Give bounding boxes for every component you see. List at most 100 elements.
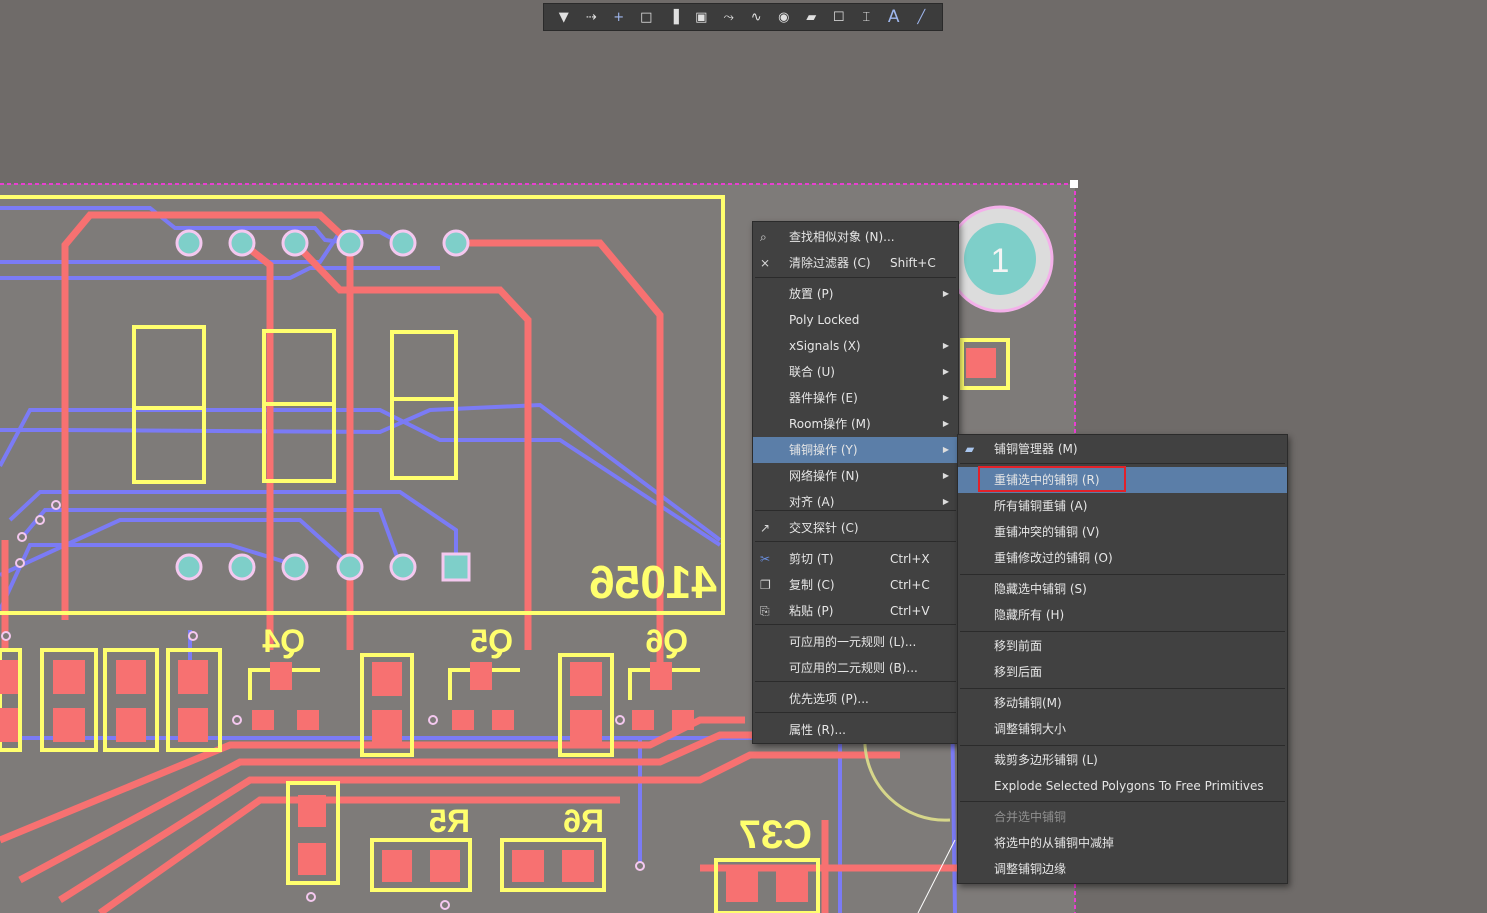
submenu-arrow-icon: ▶: [942, 419, 949, 428]
submenu-item[interactable]: 调整铺铜大小: [958, 716, 1287, 742]
submenu-item[interactable]: Explode Selected Polygons To Free Primit…: [958, 773, 1287, 799]
submenu-item-label: 将选中的从铺铜中减掉: [994, 836, 1115, 850]
menu-item-label: 交叉探针 (C): [789, 521, 859, 535]
submenu-item[interactable]: 调整铺铜边缘: [958, 856, 1287, 882]
line-icon-glyph: ╱: [917, 9, 926, 25]
menu-separator: [960, 745, 1285, 746]
menu-item[interactable]: Room操作 (M) ▶: [753, 411, 958, 437]
context-menu: ⌕ 查找相似对象 (N)... ⨯ 清除过滤器 (C) Shift+C 放置 (P) ▶ Po…: [752, 221, 959, 744]
submenu-item[interactable]: 所有铺铜重铺 (A): [958, 493, 1287, 519]
submenu-arrow-icon: ▶: [942, 497, 949, 506]
menu-item-label: 查找相似对象 (N)...: [789, 230, 895, 244]
submenu-item[interactable]: 裁剪多边形铺铜 (L): [958, 747, 1287, 773]
text-icon-glyph: A: [887, 7, 900, 27]
menu-item[interactable]: 器件操作 (E) ▶: [753, 385, 958, 411]
menu-item[interactable]: 可应用的一元规则 (L)...: [753, 629, 958, 655]
chart-icon[interactable]: ▐: [660, 5, 688, 29]
submenu-item: 合并选中铺铜: [958, 804, 1287, 830]
menu-separator: [755, 510, 956, 511]
add-icon-glyph: +: [613, 9, 625, 25]
menu-item[interactable]: xSignals (X) ▶: [753, 333, 958, 359]
menu-separator: [960, 463, 1285, 464]
menu-separator: [960, 574, 1285, 575]
menu-item[interactable]: ↗ 交叉探针 (C): [753, 515, 958, 541]
highlight-icon[interactable]: ◉: [770, 5, 798, 29]
interactive-route-icon[interactable]: ⤳: [715, 5, 743, 29]
menu-item-label: Room操作 (M): [789, 417, 871, 431]
submenu-item-label: 重铺冲突的铺铜 (V): [994, 525, 1100, 539]
submenu-arrow-icon: ▶: [942, 367, 949, 376]
mounting-pad: 1: [946, 205, 1054, 313]
menu-item[interactable]: Poly Locked: [753, 307, 958, 333]
text-icon[interactable]: A: [880, 5, 908, 29]
menu-item[interactable]: ✂ 剪切 (T) Ctrl+X: [753, 546, 958, 572]
submenu-item-label: 调整铺铜大小: [994, 722, 1067, 736]
line-icon[interactable]: ╱: [908, 5, 936, 29]
submenu-item-label: Explode Selected Polygons To Free Primit…: [994, 779, 1264, 793]
menu-item-label: 对齐 (A): [789, 495, 835, 509]
active-bar-toolbar: ▼ ⇢ + □ ▐ ▣ ⤳ ∿ ◉ ▰ ☐ ⌶ A ╱: [543, 3, 943, 31]
submenu-item-label: 调整铺铜边缘: [994, 862, 1067, 876]
clear-filter-icon: ⨯: [760, 256, 771, 270]
menu-item[interactable]: 属性 (R)...: [753, 717, 958, 743]
submenu-item-label: 重铺修改过的铺铜 (O): [994, 551, 1113, 565]
silkscreen-label: Q5: [470, 623, 513, 659]
diff-pair-icon[interactable]: ∿: [743, 5, 771, 29]
submenu-item-label: 隐藏选中铺铜 (S): [994, 582, 1087, 596]
route-icon[interactable]: ⇢: [578, 5, 606, 29]
polygon-manager-icon: ▰: [965, 442, 975, 456]
menu-item[interactable]: 联合 (U) ▶: [753, 359, 958, 385]
select-rect-icon-glyph: □: [640, 9, 653, 25]
submenu-item[interactable]: 隐藏所有 (H): [958, 602, 1287, 628]
menu-separator: [755, 541, 956, 542]
menu-separator: [755, 681, 956, 682]
submenu-item[interactable]: ▰ 铺铜管理器 (M): [958, 436, 1287, 462]
search-icon: ⌕: [760, 230, 767, 244]
menu-item-label: 可应用的二元规则 (B)...: [789, 661, 918, 675]
interactive-route-icon-glyph: ⤳: [723, 9, 734, 25]
menu-item[interactable]: 可应用的二元规则 (B)...: [753, 655, 958, 681]
submenu-item[interactable]: 移到前面: [958, 633, 1287, 659]
menu-item-label: 可应用的一元规则 (L)...: [789, 635, 917, 649]
menu-item-label: 放置 (P): [789, 287, 834, 301]
menu-item[interactable]: ⨯ 清除过滤器 (C) Shift+C: [753, 250, 958, 276]
submenu-arrow-icon: ▶: [942, 341, 949, 350]
select-rect-icon[interactable]: □: [633, 5, 661, 29]
menu-item[interactable]: 放置 (P) ▶: [753, 281, 958, 307]
add-icon[interactable]: +: [605, 5, 633, 29]
menu-item[interactable]: ⌕ 查找相似对象 (N)...: [753, 224, 958, 250]
component-icon[interactable]: ▣: [688, 5, 716, 29]
menu-item[interactable]: ❐ 复制 (C) Ctrl+C: [753, 572, 958, 598]
menu-item[interactable]: 优先选项 (P)...: [753, 686, 958, 712]
filter-icon[interactable]: ▼: [550, 5, 578, 29]
polygon-icon[interactable]: ▰: [798, 5, 826, 29]
submenu-item[interactable]: 将选中的从铺铜中减掉: [958, 830, 1287, 856]
menu-item[interactable]: ⎘ 粘贴 (P) Ctrl+V: [753, 598, 958, 624]
silkscreen-label: C37: [739, 813, 812, 857]
menu-item[interactable]: 网络操作 (N) ▶: [753, 463, 958, 489]
menu-separator: [755, 712, 956, 713]
submenu-item[interactable]: 移动铺铜(M): [958, 690, 1287, 716]
menu-item-label: 粘贴 (P): [789, 604, 834, 618]
submenu-item[interactable]: 移到后面: [958, 659, 1287, 685]
chart-icon-glyph: ▐: [668, 9, 679, 25]
submenu-item[interactable]: 重铺冲突的铺铜 (V): [958, 519, 1287, 545]
submenu-item[interactable]: 重铺修改过的铺铜 (O): [958, 545, 1287, 571]
menu-item[interactable]: 对齐 (A) ▶: [753, 489, 958, 515]
menu-item[interactable]: 铺铜操作 (Y) ▶: [753, 437, 958, 463]
keepout-icon[interactable]: ☐: [825, 5, 853, 29]
silkscreen-label: R6: [563, 803, 604, 839]
selection-handle[interactable]: [1070, 180, 1078, 188]
menu-item-label: 优先选项 (P)...: [789, 692, 869, 706]
silkscreen-label: R5: [429, 803, 470, 839]
submenu-item-label: 移到前面: [994, 639, 1043, 653]
pad-number-label: 1: [991, 242, 1010, 280]
menu-item-label: 联合 (U): [789, 365, 835, 379]
submenu-item[interactable]: 隐藏选中铺铜 (S): [958, 576, 1287, 602]
silkscreen-label: Q4: [262, 623, 305, 659]
copy-icon: ❐: [760, 578, 771, 592]
submenu-item-label: 移到后面: [994, 665, 1043, 679]
dimension-icon-glyph: ⌶: [862, 9, 871, 25]
dimension-icon[interactable]: ⌶: [853, 5, 881, 29]
polygon-actions-submenu: ▰ 铺铜管理器 (M) 重铺选中的铺铜 (R) 所有铺铜重铺 (A) 重铺冲突的铺铜 (…: [957, 434, 1288, 884]
